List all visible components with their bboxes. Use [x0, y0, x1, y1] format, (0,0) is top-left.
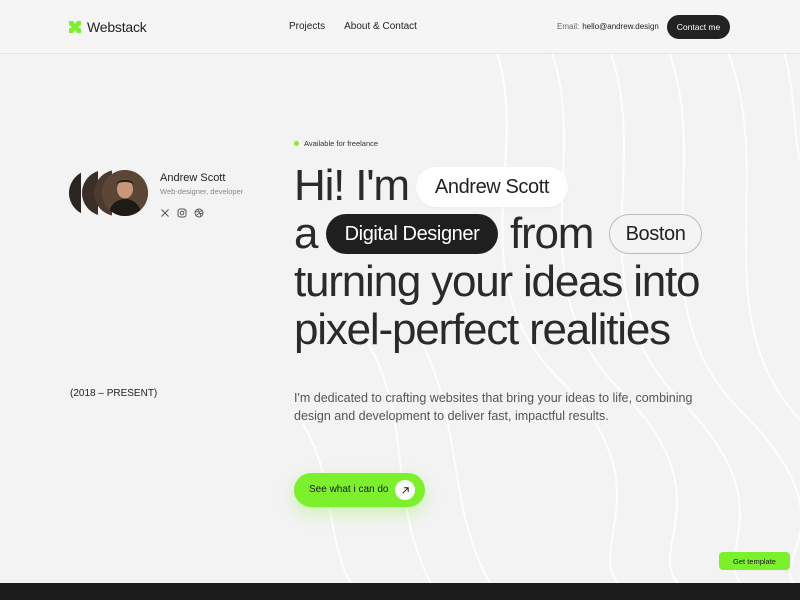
status-dot-icon — [294, 141, 299, 146]
main-nav: Projects About & Contact — [289, 21, 417, 32]
social-links — [160, 205, 204, 218]
hero-line-2: a Digital Designer from Boston — [294, 209, 702, 258]
instagram-icon[interactable] — [177, 205, 187, 218]
hero-line-3: turning your ideas into — [294, 257, 701, 306]
email-link[interactable]: hello@andrew.design — [582, 22, 659, 31]
availability-status: Available for freelance — [294, 139, 378, 148]
avatar — [102, 170, 148, 216]
hero-line-3-text: turning your ideas into — [294, 257, 701, 306]
dribbble-icon[interactable] — [194, 205, 204, 218]
arrow-up-right-icon — [395, 480, 415, 500]
hero-description: I'm dedicated to crafting websites that … — [294, 391, 693, 423]
header-email: Email: hello@andrew.design — [557, 22, 659, 31]
site-header: Webstack Projects About & Contact Email:… — [0, 0, 800, 54]
logo-icon — [69, 21, 81, 33]
get-template-button[interactable]: Get template — [719, 552, 790, 570]
see-work-button[interactable]: See what i can do — [294, 473, 425, 507]
hero-article: a — [294, 209, 318, 258]
profile-name: Andrew Scott — [160, 172, 226, 184]
hero-line-1: Hi! I'm Andrew Scott — [294, 162, 699, 210]
role-pill: Digital Designer — [326, 214, 498, 254]
x-icon[interactable] — [160, 205, 170, 217]
hero-greeting: Hi! I'm — [294, 161, 410, 210]
hero-from: from — [510, 209, 594, 258]
contact-me-button[interactable]: Contact me — [667, 15, 730, 39]
footer-bar — [0, 583, 800, 600]
nav-link-about-contact[interactable]: About & Contact — [344, 21, 417, 32]
avatar-stack — [69, 170, 149, 216]
career-period: (2018 – PRESENT) — [70, 388, 158, 399]
email-label: Email: — [557, 22, 580, 31]
nav-link-projects[interactable]: Projects — [289, 21, 325, 32]
city-pill: Boston — [609, 214, 702, 254]
logo[interactable]: Webstack — [69, 19, 147, 35]
logo-text: Webstack — [87, 19, 147, 35]
cta-label: See what i can do — [309, 484, 389, 495]
hero-headline: Hi! I'm Andrew Scott a Digital Designer … — [294, 162, 702, 354]
profile-role: Web-designer, developer — [160, 187, 244, 196]
hero-line-4-text: pixel-perfect realities — [294, 305, 671, 354]
hero-line-4: pixel-perfect realities — [294, 306, 699, 354]
profile-card: Andrew Scott Web-designer, developer — [69, 170, 243, 218]
name-pill: Andrew Scott — [416, 167, 568, 207]
availability-text: Available for freelance — [304, 139, 379, 148]
